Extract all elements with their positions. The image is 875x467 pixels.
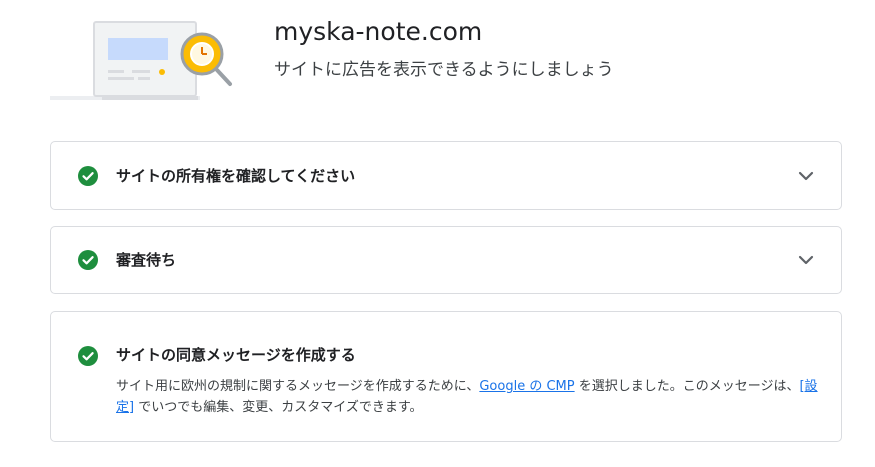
step-card-verify-ownership[interactable]: サイトの所有権を確認してください: [50, 141, 842, 210]
desc-text: を選択しました。このメッセージは、: [574, 379, 800, 394]
step-card-under-review[interactable]: 審査待ち: [50, 226, 842, 294]
desc-text: サイト用に欧州の規制に関するメッセージを作成するために、: [116, 379, 480, 394]
check-circle-icon: [78, 346, 98, 366]
check-circle-icon: [78, 165, 98, 186]
step-title: サイトの同意メッセージを作成する: [116, 346, 356, 364]
step-title: サイトの所有権を確認してください: [116, 166, 356, 185]
check-circle-icon: [78, 250, 98, 270]
step-title: 審査待ち: [116, 251, 177, 269]
page-subtitle: サイトに広告を表示できるようにしましょう: [274, 60, 614, 80]
chevron-down-icon[interactable]: [797, 168, 815, 184]
google-cmp-link[interactable]: Google の CMP: [479, 379, 574, 394]
step-description: サイト用に欧州の規制に関するメッセージを作成するために、Google の CMP…: [116, 376, 821, 418]
site-review-illustration: [50, 21, 232, 100]
adsense-site-setup-page: myska-note.com サイトに広告を表示できるようにしましょう サイトの…: [0, 0, 875, 467]
desc-text: でいつでも編集、変更、カスタマイズできます。: [134, 400, 423, 415]
step-card-consent-message: サイトの同意メッセージを作成する サイト用に欧州の規制に関するメッセージを作成す…: [50, 311, 842, 442]
site-name: myska-note.com: [274, 17, 483, 46]
chevron-down-icon[interactable]: [797, 252, 815, 268]
